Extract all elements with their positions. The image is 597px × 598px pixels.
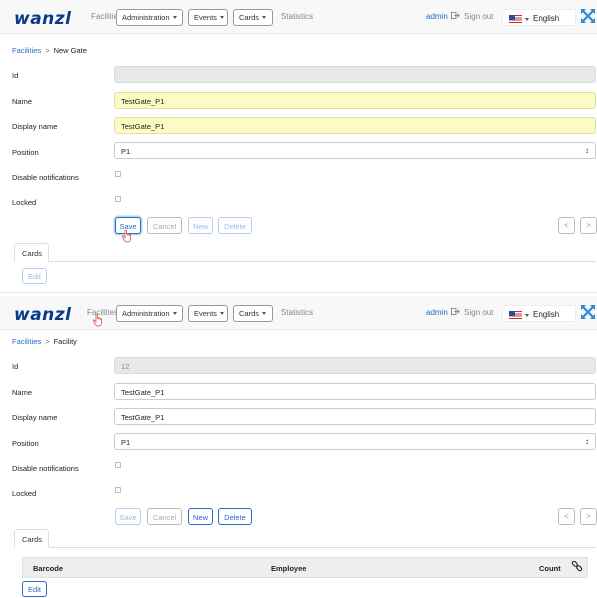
events-label: Events [194, 13, 217, 22]
breadcrumb-separator: > [45, 46, 50, 55]
breadcrumb-current: New Gate [53, 46, 87, 55]
locked-checkbox[interactable] [115, 196, 121, 202]
caret-down-icon [219, 16, 224, 19]
caret-down-icon [172, 312, 177, 315]
nav-statistics-link[interactable]: Statistics [281, 308, 313, 317]
cards-table-header: Barcode Employee Count [22, 557, 588, 578]
caret-down-icon [172, 16, 177, 19]
events-label: Events [194, 309, 217, 318]
nav-statistics-link[interactable]: Statistics [281, 12, 313, 21]
sign-out-link[interactable]: Sign out [464, 308, 493, 317]
id-label: Id [12, 71, 19, 80]
new-button[interactable]: New [188, 508, 213, 525]
delete-button[interactable]: Delete [218, 508, 252, 525]
administration-dropdown[interactable]: Administration [116, 9, 183, 26]
display-name-input[interactable]: TestGate_P1 [114, 117, 596, 134]
caret-down-icon [525, 18, 529, 21]
disable-notifications-checkbox[interactable] [115, 462, 121, 468]
breadcrumb-separator: > [45, 337, 50, 346]
sign-out-link[interactable]: Sign out [464, 12, 493, 21]
prev-record-button[interactable]: < [558, 217, 575, 234]
delete-button[interactable]: Delete [218, 217, 252, 234]
admin-user-link[interactable]: admin [426, 308, 448, 317]
hand-pointer-icon [121, 229, 131, 243]
name-label: Name [12, 97, 33, 106]
us-flag-icon [509, 311, 522, 319]
new-gate-screen: wanzl Facilities Administration Events C… [0, 0, 597, 284]
tab-bar-line [14, 547, 596, 548]
position-label: Position [12, 439, 39, 448]
wanzl-logo[interactable]: wanzl [14, 305, 72, 325]
locked-checkbox[interactable] [115, 487, 121, 493]
events-dropdown[interactable]: Events [188, 9, 228, 26]
caret-down-icon [262, 312, 267, 315]
breadcrumb-facilities-link[interactable]: Facilities [12, 46, 41, 55]
position-select[interactable]: P1 [114, 433, 596, 450]
next-record-button[interactable]: > [580, 508, 597, 525]
language-label: English [533, 310, 560, 319]
expand-arrows-icon[interactable] [580, 8, 596, 24]
edit-button[interactable]: Edit [22, 268, 47, 284]
disable-notifications-label: Disable notifications [12, 173, 79, 182]
administration-label: Administration [122, 13, 170, 22]
language-dropdown[interactable]: English [502, 305, 576, 322]
sign-out-icon[interactable] [451, 11, 460, 20]
display-name-input[interactable]: TestGate_P1 [114, 408, 596, 425]
tab-cards[interactable]: Cards [14, 243, 49, 262]
id-field [114, 66, 596, 83]
column-header-count[interactable]: Count [539, 564, 561, 573]
admin-user-link[interactable]: admin [426, 12, 448, 21]
breadcrumb-facilities-link[interactable]: Facilities [12, 337, 41, 346]
caret-down-icon [525, 314, 529, 317]
position-select[interactable]: P1 [114, 142, 596, 159]
next-record-button[interactable]: > [580, 217, 597, 234]
caret-down-icon [262, 16, 267, 19]
breadcrumb-current: Facility [53, 337, 77, 346]
us-flag-icon [509, 15, 522, 23]
hand-pointer-icon [92, 313, 102, 327]
id-label: Id [12, 362, 19, 371]
column-header-employee[interactable]: Employee [271, 564, 306, 573]
cancel-button[interactable]: Cancel [147, 508, 182, 525]
events-dropdown[interactable]: Events [188, 305, 228, 322]
administration-label: Administration [122, 309, 170, 318]
tab-cards[interactable]: Cards [14, 529, 49, 548]
breadcrumb: Facilities > New Gate [12, 46, 87, 55]
new-button[interactable]: New [188, 217, 213, 234]
cards-label: Cards [239, 309, 260, 318]
top-navbar: wanzl Facilities Administration Events C… [0, 296, 597, 330]
cards-label: Cards [239, 13, 260, 22]
locked-label: Locked [12, 489, 37, 498]
cards-dropdown[interactable]: Cards [233, 9, 273, 26]
administration-dropdown[interactable]: Administration [116, 305, 183, 322]
name-label: Name [12, 388, 33, 397]
sign-out-icon[interactable] [451, 307, 460, 316]
caret-down-icon [219, 312, 224, 315]
edit-button[interactable]: Edit [22, 581, 47, 597]
link-icon[interactable] [571, 561, 583, 573]
name-input[interactable]: TestGate_P1 [114, 92, 596, 109]
locked-label: Locked [12, 198, 37, 207]
id-field: 12 [114, 357, 596, 374]
prev-record-button[interactable]: < [558, 508, 575, 525]
language-dropdown[interactable]: English [502, 9, 576, 26]
screen-divider [0, 292, 597, 293]
disable-notifications-label: Disable notifications [12, 464, 79, 473]
language-label: English [533, 14, 560, 23]
column-header-barcode[interactable]: Barcode [33, 564, 63, 573]
cancel-button[interactable]: Cancel [147, 217, 182, 234]
tab-bar-line [14, 261, 596, 262]
save-button[interactable]: Save [115, 508, 141, 525]
position-label: Position [12, 148, 39, 157]
display-name-label: Display name [12, 122, 58, 131]
expand-arrows-icon[interactable] [580, 304, 596, 320]
breadcrumb: Facilities > Facility [12, 337, 77, 346]
top-navbar: wanzl Facilities Administration Events C… [0, 0, 597, 34]
display-name-label: Display name [12, 413, 58, 422]
disable-notifications-checkbox[interactable] [115, 171, 121, 177]
cards-dropdown[interactable]: Cards [233, 305, 273, 322]
name-input[interactable]: TestGate_P1 [114, 383, 596, 400]
facility-screen: wanzl Facilities Administration Events C… [0, 296, 597, 598]
wanzl-logo[interactable]: wanzl [14, 9, 72, 29]
